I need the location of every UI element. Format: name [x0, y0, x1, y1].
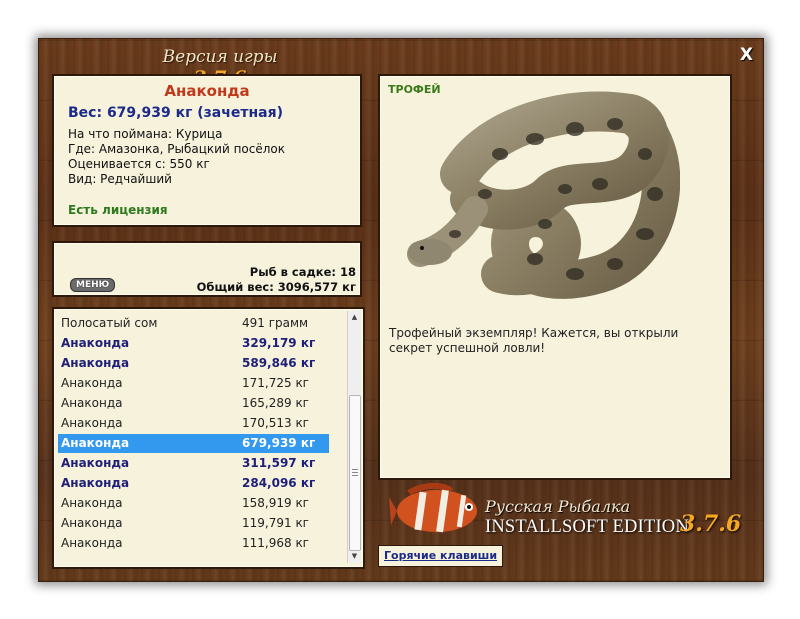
catch-fish-weight: 170,513 кг [242, 416, 309, 430]
catch-fish-name: Анаконда [61, 416, 123, 430]
catch-fish-weight: 171,725 кг [242, 376, 309, 390]
fish-value: Оценивается с: 550 кг [68, 157, 210, 171]
catch-row-selected[interactable]: Анаконда 679,939 кг [58, 434, 329, 453]
catch-fish-weight: 111,968 кг [242, 536, 309, 550]
catch-row[interactable]: Анаконда 111,968 кг [58, 534, 329, 553]
catch-fish-weight: 589,846 кг [242, 356, 316, 370]
catch-list-scrollbar[interactable]: ▲ ▼ [347, 311, 361, 563]
catch-row[interactable]: Анаконда 170,513 кг [58, 414, 329, 433]
fish-location: Где: Амазонка, Рыбацкий посёлок [68, 142, 285, 156]
menu-button[interactable]: МЕНЮ [70, 278, 116, 292]
scroll-down-arrow-icon[interactable]: ▼ [348, 550, 361, 563]
catch-stats-panel: МЕНЮ Рыб в садке: 18 Общий вес: 3096,577… [52, 241, 362, 297]
fish-weight: Вес: 679,939 кг (зачетная) [68, 105, 283, 121]
catch-fish-name: Анаконда [61, 456, 130, 470]
catch-fish-name: Полосатый сом [61, 316, 158, 330]
catch-row[interactable]: Анаконда 589,846 кг [58, 354, 329, 373]
scroll-up-arrow-icon[interactable]: ▲ [348, 311, 361, 324]
catch-fish-name: Анаконда [61, 336, 130, 350]
scroll-thumb[interactable] [349, 395, 361, 551]
fish-count: Рыб в садке: 18 [249, 265, 356, 279]
catch-fish-name: Анаконда [61, 476, 130, 490]
title-prefix: Версия игры [162, 47, 278, 67]
fish-rarity: Вид: Редчайший [68, 172, 172, 186]
catch-fish-weight: 329,179 кг [242, 336, 316, 350]
catch-fish-name: Анаконда [61, 516, 123, 530]
catch-fish-name: Анаконда [61, 436, 130, 450]
game-logo: Русская Рыбалка INSTALLSOFT EDITION 3.7.… [389, 481, 759, 541]
catch-row[interactable]: Анаконда 329,179 кг [58, 334, 329, 353]
catch-fish-weight: 679,939 кг [242, 436, 316, 450]
fish-bait: На что поймана: Курица [68, 127, 223, 141]
edition-name: INSTALLSOFT EDITION [485, 517, 689, 537]
catch-fish-name: Анаконда [61, 356, 130, 370]
hotkeys-link[interactable]: Горячие клавиши [378, 545, 504, 567]
catch-row[interactable]: Анаконда 311,597 кг [58, 454, 329, 473]
trophy-text: Трофейный экземпляр! Кажется, вы открыли… [389, 326, 679, 355]
catch-fish-name: Анаконда [61, 396, 123, 410]
catch-fish-weight: 284,096 кг [242, 476, 316, 490]
catch-row[interactable]: Анаконда 158,919 кг [58, 494, 329, 513]
game-window: Версия игры 3.7.6 X Анаконда Вес: 679,93… [38, 38, 764, 582]
catch-fish-weight: 311,597 кг [242, 456, 316, 470]
edition-version: 3.7.6 [680, 511, 742, 537]
trophy-panel: ТРОФЕЙ Трофейный экземпляр! Кажется, вы … [378, 74, 732, 480]
close-button[interactable]: X [740, 45, 753, 65]
catch-fish-weight: 119,791 кг [242, 516, 309, 530]
catch-row[interactable]: Анаконда 284,096 кг [58, 474, 329, 493]
anaconda-image [407, 91, 680, 299]
game-name: Русская Рыбалка [485, 497, 631, 516]
catch-fish-weight: 491 грамм [242, 316, 309, 330]
catch-fish-name: Анаконда [61, 496, 123, 510]
fish-name: Анаконда [164, 82, 250, 100]
fish-logo-icon [389, 483, 477, 533]
catch-fish-name: Анаконда [61, 536, 123, 550]
catch-row[interactable]: Анаконда 165,289 кг [58, 394, 329, 413]
catch-row[interactable]: Анаконда 119,791 кг [58, 514, 329, 533]
catch-row[interactable]: Полосатый сом 491 грамм [58, 314, 329, 333]
catch-fish-name: Анаконда [61, 376, 123, 390]
total-weight: Общий вес: 3096,577 кг [196, 280, 356, 294]
catch-fish-weight: 158,919 кг [242, 496, 309, 510]
license-status: Есть лицензия [68, 203, 168, 217]
catch-row[interactable]: Анаконда 171,725 кг [58, 374, 329, 393]
catch-list: Полосатый сом 491 грамм Анаконда 329,179 кг… [52, 307, 365, 569]
catch-fish-weight: 165,289 кг [242, 396, 309, 410]
fish-info-panel: Анаконда Вес: 679,939 кг (зачетная) На ч… [52, 74, 362, 227]
